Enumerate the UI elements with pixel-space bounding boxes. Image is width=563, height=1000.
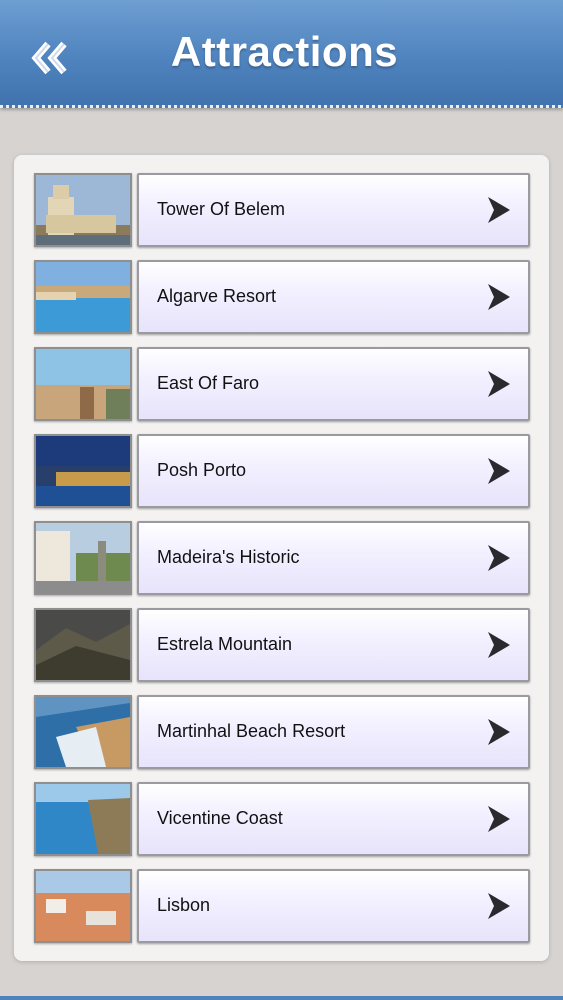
attractions-list: Tower Of Belem Algarve Resort East Of Fa…: [14, 155, 549, 961]
attraction-label: Lisbon: [157, 895, 211, 915]
attraction-button[interactable]: Tower Of Belem: [137, 173, 530, 247]
attraction-label: Tower Of Belem: [157, 199, 286, 219]
chevron-right-icon: [488, 545, 510, 571]
attraction-label: East Of Faro: [157, 373, 260, 393]
chevron-right-icon: [488, 719, 510, 745]
list-item: Tower Of Belem: [34, 173, 530, 247]
app-header: Attractions: [0, 0, 563, 108]
chevron-right-icon: [488, 371, 510, 397]
attraction-button[interactable]: Algarve Resort: [137, 260, 530, 334]
attraction-label: Estrela Mountain: [157, 634, 293, 654]
footer-bar: [0, 996, 563, 1000]
attraction-button[interactable]: Vicentine Coast: [137, 782, 530, 856]
list-item: East Of Faro: [34, 347, 530, 421]
list-item: Algarve Resort: [34, 260, 530, 334]
attraction-thumbnail: [34, 434, 132, 508]
attraction-button[interactable]: East Of Faro: [137, 347, 530, 421]
attraction-button[interactable]: Lisbon: [137, 869, 530, 943]
attraction-thumbnail: [34, 869, 132, 943]
attraction-thumbnail: [34, 347, 132, 421]
list-item: Lisbon: [34, 869, 530, 943]
attraction-label: Vicentine Coast: [157, 808, 283, 828]
chevron-right-icon: [488, 197, 510, 223]
attraction-label: Algarve Resort: [157, 286, 277, 306]
attraction-thumbnail: [34, 608, 132, 682]
chevron-right-icon: [488, 893, 510, 919]
attraction-button[interactable]: Posh Porto: [137, 434, 530, 508]
chevron-right-icon: [488, 458, 510, 484]
chevron-right-icon: [488, 806, 510, 832]
list-item: Martinhal Beach Resort: [34, 695, 530, 769]
attraction-button[interactable]: Martinhal Beach Resort: [137, 695, 530, 769]
list-item: Vicentine Coast: [34, 782, 530, 856]
attraction-thumbnail: [34, 521, 132, 595]
attraction-thumbnail: [34, 260, 132, 334]
list-item: Madeira's Historic: [34, 521, 530, 595]
chevron-right-icon: [488, 632, 510, 658]
list-item: Posh Porto: [34, 434, 530, 508]
attraction-label: Martinhal Beach Resort: [157, 721, 346, 741]
attraction-thumbnail: [34, 782, 132, 856]
attraction-label: Posh Porto: [157, 460, 247, 480]
chevron-right-icon: [488, 284, 510, 310]
attraction-button[interactable]: Madeira's Historic: [137, 521, 530, 595]
attraction-thumbnail: [34, 695, 132, 769]
attraction-thumbnail: [34, 173, 132, 247]
page-title: Attractions: [170, 28, 399, 75]
attraction-label: Madeira's Historic: [157, 547, 300, 567]
attraction-button[interactable]: Estrela Mountain: [137, 608, 530, 682]
list-item: Estrela Mountain: [34, 608, 530, 682]
